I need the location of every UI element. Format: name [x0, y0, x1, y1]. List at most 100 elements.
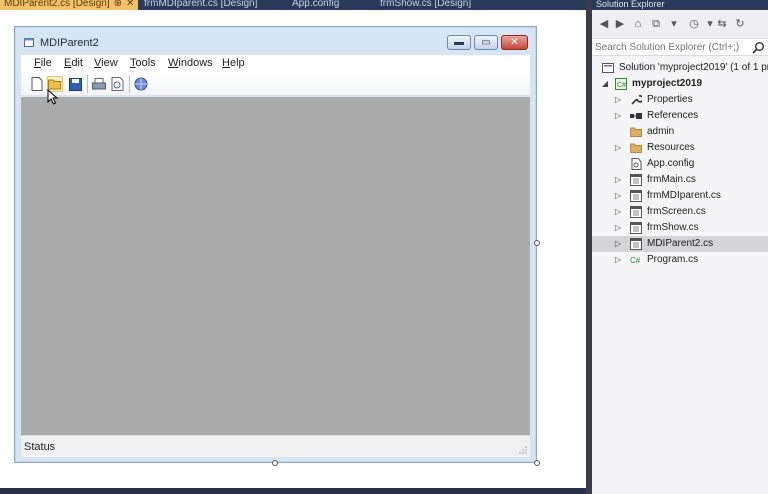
tab-frmshow-design[interactable]: frmShow.cs [Design] [376, 0, 506, 10]
tree-item-app-config[interactable]: App.config [592, 156, 768, 172]
menu-windows-label: indows [178, 57, 213, 69]
tab-frmmdiparent-design[interactable]: frmMDIparent.cs [Design] [140, 0, 284, 10]
search-input[interactable] [595, 41, 745, 54]
menu-tools-label: ools [135, 57, 156, 69]
close-button[interactable]: ✕ [501, 35, 528, 50]
dropdown-icon[interactable]: ▾ [704, 18, 716, 30]
close-tab-icon[interactable]: ✕ [126, 0, 134, 9]
form-title: MDIParent2 [40, 37, 99, 49]
tree-item-label: frmScreen.cs [647, 206, 706, 217]
expand-icon[interactable]: ▷ [613, 110, 623, 122]
print-preview-button[interactable] [109, 76, 125, 92]
resize-handle-corner[interactable] [534, 460, 540, 466]
menu-tools[interactable]: Tools [130, 57, 156, 69]
menu-file[interactable]: File [34, 57, 52, 69]
home-icon[interactable]: ⌂ [632, 18, 644, 30]
document-tab-strip: MDIParent2.cs [Design] ⊕ ✕ frmMDIparent.cs… [0, 0, 586, 10]
toolbar-separator [87, 75, 88, 93]
tab-label: frmMDIparent.cs [Design] [144, 0, 258, 9]
tree-item-admin[interactable]: admin [592, 124, 768, 140]
collapse-icon[interactable]: ◢ [600, 78, 610, 90]
pin-icon[interactable]: ⊕ [114, 0, 122, 9]
toolbar-separator [129, 75, 130, 93]
expand-icon[interactable]: ▷ [613, 206, 623, 218]
refresh-icon[interactable]: ↻ [734, 18, 746, 30]
form-icon [630, 174, 642, 186]
mouse-cursor-icon [47, 89, 59, 105]
tab-mdiparent2-design[interactable]: MDIParent2.cs [Design] ⊕ ✕ [0, 0, 138, 10]
form-title-bar[interactable]: MDIParent2 ▬ ▭ ✕ [15, 27, 536, 51]
search-icon[interactable] [752, 41, 765, 54]
solution-icon [602, 63, 614, 73]
status-label: Status [24, 441, 56, 453]
form-icon [630, 206, 642, 218]
resize-handle-bottom[interactable] [272, 460, 278, 466]
tree-project-node[interactable]: ◢ C# myproject2019 [592, 76, 768, 92]
csharp-file-icon: C# [630, 256, 641, 265]
menu-file-label: ile [40, 57, 52, 69]
tab-label: MDIParent2.cs [Design] [4, 0, 110, 9]
forward-icon[interactable]: ▶ [614, 18, 626, 30]
status-strip: Status [21, 435, 530, 457]
tree-item-label: MDIParent2.cs [647, 238, 714, 249]
form-app-icon [24, 38, 34, 47]
new-file-button[interactable] [29, 76, 45, 92]
expand-icon[interactable]: ▷ [613, 142, 623, 154]
svg-text:C#: C# [617, 82, 626, 89]
solution-explorer-toolbar: ◀ ▶ ⌂ ⧉ ▾ ◷ ▾ ⇆ ↻ [592, 11, 768, 37]
back-icon[interactable]: ◀ [598, 18, 610, 30]
print-icon [92, 77, 106, 89]
minimize-button[interactable]: ▬ [447, 35, 471, 50]
menu-edit[interactable]: Edit [64, 57, 83, 69]
mdi-parent-form[interactable]: MDIParent2 ▬ ▭ ✕ File Edit View Tools Wi… [14, 26, 537, 463]
tree-item-label: Resources [647, 142, 695, 153]
expand-icon[interactable]: ▷ [613, 190, 623, 202]
tree-item-frmshow[interactable]: ▷ frmShow.cs [592, 220, 768, 236]
resize-handle-right[interactable] [534, 240, 540, 246]
expand-icon[interactable]: ▷ [613, 174, 623, 186]
dropdown-icon[interactable]: ▾ [668, 18, 680, 30]
csharp-project-icon: C# [615, 78, 627, 90]
menu-view[interactable]: View [94, 57, 118, 69]
tree-item-resources[interactable]: ▷ Resources [592, 140, 768, 156]
sync-icon[interactable]: ⇆ [716, 18, 728, 30]
tree-item-references[interactable]: ▷ References [592, 108, 768, 124]
resize-grip-icon[interactable] [519, 446, 527, 454]
maximize-button[interactable]: ▭ [474, 35, 498, 50]
maximize-icon: ▭ [481, 37, 491, 48]
tree-item-label: frmShow.cs [647, 222, 699, 233]
expand-icon[interactable]: ▷ [613, 254, 623, 266]
close-icon: ✕ [510, 37, 519, 48]
pending-changes-icon[interactable]: ◷ [688, 18, 700, 30]
menu-strip: File Edit View Tools Windows Help [21, 55, 530, 72]
solution-explorer-panel: Solution Explorer ◀ ▶ ⌂ ⧉ ▾ ◷ ▾ ⇆ ↻ Solu… [592, 0, 768, 494]
tree-item-label: Program.cs [647, 254, 699, 265]
tree-item-frmscreen[interactable]: ▷ frmScreen.cs [592, 204, 768, 220]
print-preview-icon [111, 77, 123, 91]
tree-item-label: App.config [647, 158, 695, 169]
tree-item-mdiparent2[interactable]: ▷ MDIParent2.cs [592, 236, 768, 252]
menu-windows[interactable]: Windows [168, 57, 213, 69]
print-button[interactable] [91, 76, 107, 92]
tree-item-frmmain[interactable]: ▷ frmMain.cs [592, 172, 768, 188]
wrench-icon [631, 95, 642, 105]
expand-icon[interactable]: ▷ [613, 222, 623, 234]
help-button[interactable] [133, 76, 149, 92]
expand-icon[interactable]: ▷ [613, 94, 623, 106]
minimize-icon: ▬ [454, 37, 464, 48]
tree-item-properties[interactable]: ▷ Properties [592, 92, 768, 108]
tab-label: App.config [292, 0, 340, 9]
menu-help[interactable]: Help [222, 57, 245, 69]
solution-explorer-search [592, 38, 768, 56]
tree-solution-node[interactable]: Solution 'myproject2019' (1 of 1 project… [592, 60, 768, 76]
mdi-client-area[interactable] [21, 97, 530, 435]
tree-item-frmmdiparent[interactable]: ▷ frmMDIparent.cs [592, 188, 768, 204]
menu-help-label: elp [229, 57, 245, 69]
solution-explorer-header: Solution Explorer [592, 0, 768, 10]
tree-item-program[interactable]: ▷ C# Program.cs [592, 252, 768, 268]
switch-views-icon[interactable]: ⧉ [650, 18, 662, 30]
expand-icon[interactable]: ▷ [613, 238, 623, 250]
save-button[interactable] [67, 76, 83, 92]
config-file-icon [631, 158, 642, 170]
tab-app-config[interactable]: App.config [288, 0, 374, 10]
